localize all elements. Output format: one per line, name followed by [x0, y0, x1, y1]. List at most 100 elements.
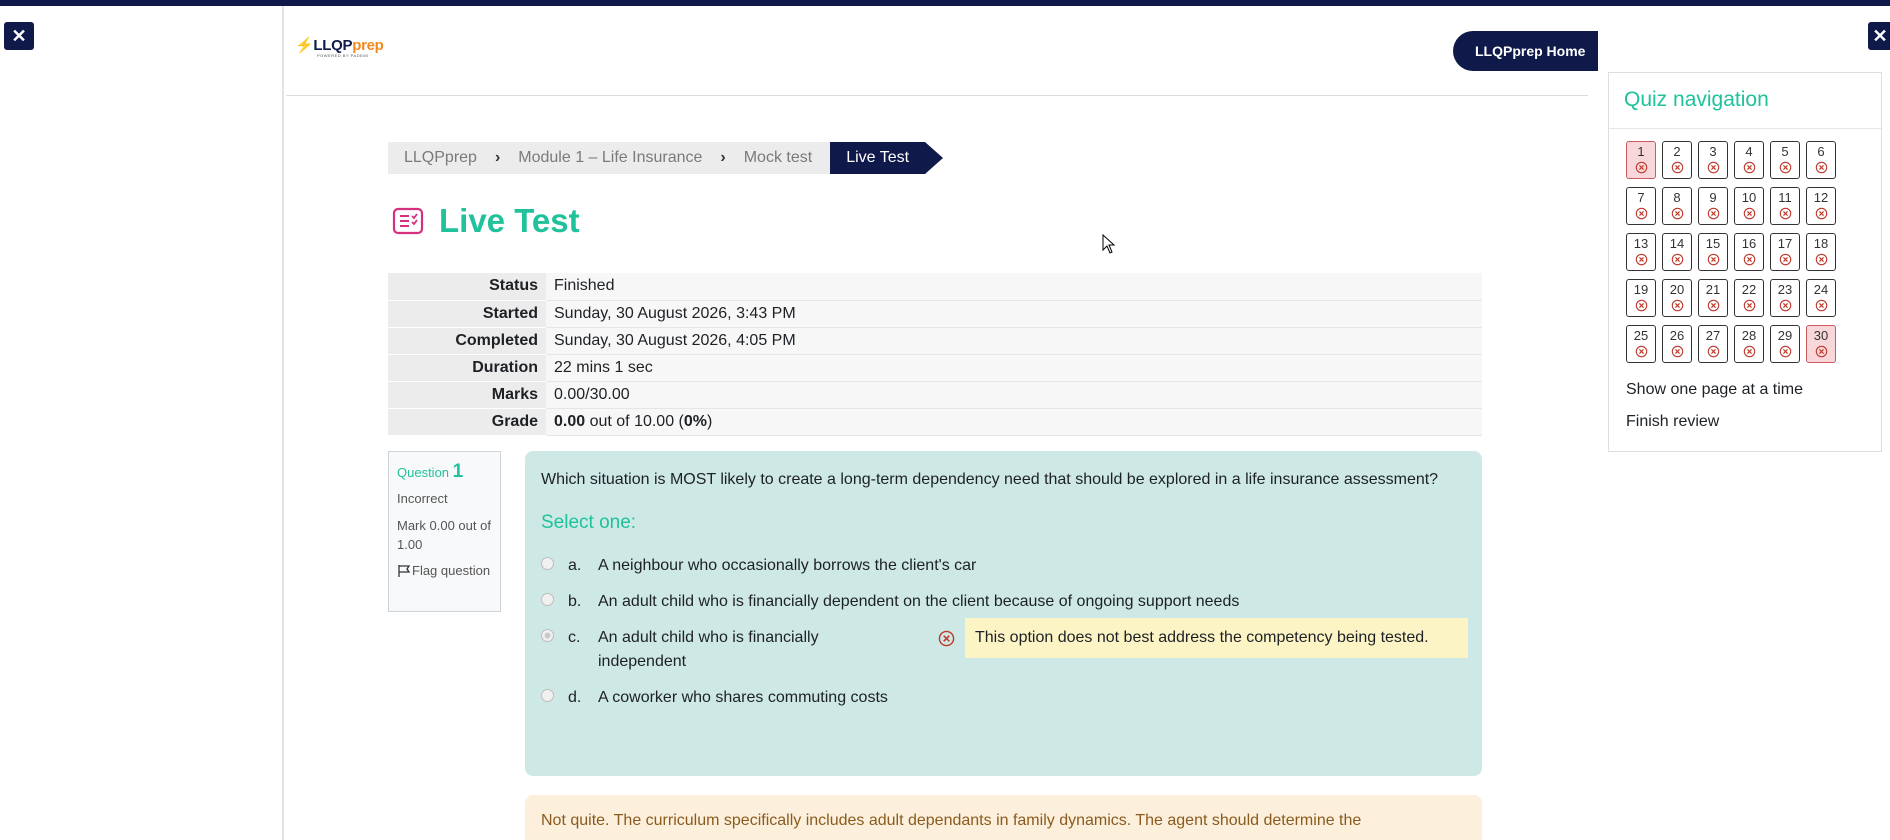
quiz-nav-button[interactable]: 2	[1662, 141, 1692, 179]
incorrect-x-icon	[1635, 161, 1647, 174]
answer-letter: b.	[568, 593, 582, 610]
show-one-page-link[interactable]: Show one page at a time	[1626, 381, 1803, 399]
answer-text: An adult child who is financially depend…	[598, 593, 1240, 610]
quiz-nav-button[interactable]: 13	[1626, 233, 1656, 271]
quiz-nav-button[interactable]: 1	[1626, 141, 1656, 179]
summary-label: Status	[388, 273, 546, 301]
summary-value: Sunday, 30 August 2026, 4:05 PM	[546, 327, 1482, 355]
quiz-nav-number: 29	[1777, 328, 1793, 343]
incorrect-x-icon	[1671, 253, 1683, 266]
quiz-nav-number: 1	[1637, 144, 1645, 159]
finish-review-link[interactable]: Finish review	[1626, 413, 1719, 431]
answer-option[interactable]: a. A neighbour who occasionally borrows …	[541, 554, 1466, 578]
answer-radio[interactable]	[541, 629, 554, 642]
answer-option[interactable]: d. A coworker who shares commuting costs	[541, 686, 1466, 710]
quiz-nav-button[interactable]: 15	[1698, 233, 1728, 271]
quiz-nav-number: 28	[1741, 328, 1757, 343]
quiz-nav-button[interactable]: 25	[1626, 325, 1656, 363]
quiz-nav-button[interactable]: 16	[1734, 233, 1764, 271]
quiz-nav-button[interactable]: 24	[1806, 279, 1836, 317]
quiz-nav-button[interactable]: 17	[1770, 233, 1800, 271]
grade-out-of: out of 10.00 (	[585, 412, 684, 430]
quiz-nav-button[interactable]: 14	[1662, 233, 1692, 271]
quiz-nav-button[interactable]: 20	[1662, 279, 1692, 317]
quiz-nav-button[interactable]: 5	[1770, 141, 1800, 179]
summary-label: Grade	[388, 408, 546, 436]
answer-option[interactable]: b. An adult child who is financially dep…	[541, 590, 1466, 614]
quiz-icon	[392, 207, 424, 235]
flag-icon	[398, 565, 411, 577]
answer-radio[interactable]	[541, 689, 554, 702]
quiz-nav-button[interactable]: 4	[1734, 141, 1764, 179]
summary-label: Marks	[388, 381, 546, 409]
answer-radio[interactable]	[541, 593, 554, 606]
incorrect-x-icon	[1707, 299, 1719, 312]
quiz-nav-button[interactable]: 18	[1806, 233, 1836, 271]
quiz-nav-number: 23	[1777, 282, 1793, 297]
quiz-nav-button[interactable]: 9	[1698, 187, 1728, 225]
summary-label: Duration	[388, 354, 546, 382]
incorrect-x-icon	[1707, 253, 1719, 266]
quiz-nav-button[interactable]: 6	[1806, 141, 1836, 179]
summary-value: 0.00 out of 10.00 (0%)	[546, 408, 1482, 436]
site-header: ⚡LLQPprep POWERED BY PADEMI LLQPprep Hom…	[286, 6, 1598, 96]
flag-question-link[interactable]: Flag question	[397, 562, 492, 580]
quiz-nav-number: 17	[1777, 236, 1793, 251]
incorrect-x-icon	[1815, 207, 1827, 220]
incorrect-x-icon	[1707, 345, 1719, 358]
quiz-nav-button[interactable]: 3	[1698, 141, 1728, 179]
quiz-nav-number: 14	[1669, 236, 1685, 251]
quiz-nav-button[interactable]: 21	[1698, 279, 1728, 317]
site-logo[interactable]: ⚡LLQPprep POWERED BY PADEMI	[295, 36, 385, 66]
close-quiz-nav-button[interactable]: ✕	[1868, 22, 1890, 50]
quiz-nav-number: 13	[1633, 236, 1649, 251]
quiz-nav-button[interactable]: 19	[1626, 279, 1656, 317]
quiz-nav-number: 25	[1633, 328, 1649, 343]
quiz-nav-number: 6	[1817, 144, 1825, 159]
answer-feedback: This option does not best address the co…	[965, 618, 1468, 658]
question-state: Incorrect	[397, 491, 448, 506]
answer-radio[interactable]	[541, 557, 554, 570]
quiz-nav-number: 4	[1745, 144, 1753, 159]
quiz-nav-button[interactable]: 26	[1662, 325, 1692, 363]
answer-list: a. A neighbour who occasionally borrows …	[541, 554, 1468, 710]
summary-label: Started	[388, 300, 546, 328]
incorrect-x-icon	[1743, 299, 1755, 312]
quiz-nav-button[interactable]: 8	[1662, 187, 1692, 225]
breadcrumb-item[interactable]: Mock test	[744, 149, 812, 167]
answer-option-selected[interactable]: c. An adult child who is financially ind…	[541, 618, 1468, 674]
summary-value: Sunday, 30 August 2026, 3:43 PM	[546, 300, 1482, 328]
incorrect-x-icon	[1743, 345, 1755, 358]
quiz-nav-button[interactable]: 27	[1698, 325, 1728, 363]
summary-value: 22 mins 1 sec	[546, 354, 1482, 382]
question-mark: Mark 0.00 out of 1.00	[397, 518, 491, 552]
home-button[interactable]: LLQPprep Home	[1453, 31, 1598, 71]
summary-label: Completed	[388, 327, 546, 355]
close-drawer-button[interactable]: ✕	[4, 22, 34, 50]
select-one-prompt: Select one:	[541, 512, 637, 533]
quiz-nav-button[interactable]: 23	[1770, 279, 1800, 317]
chevron-right-icon: ›	[494, 149, 501, 166]
quiz-nav-button[interactable]: 30	[1806, 325, 1836, 363]
quiz-nav-button[interactable]: 10	[1734, 187, 1764, 225]
general-feedback: Not quite. The curriculum specifically i…	[525, 795, 1482, 840]
chevron-right-icon: ›	[720, 149, 726, 166]
incorrect-x-icon	[1671, 207, 1683, 220]
quiz-nav-title: Quiz navigation	[1609, 73, 1881, 129]
incorrect-x-icon	[1707, 161, 1719, 174]
quiz-nav-button[interactable]: 12	[1806, 187, 1836, 225]
incorrect-x-icon	[1743, 207, 1755, 220]
quiz-nav-number: 3	[1709, 144, 1717, 159]
quiz-nav-number: 24	[1813, 282, 1829, 297]
quiz-nav-button[interactable]: 28	[1734, 325, 1764, 363]
quiz-nav-button[interactable]: 29	[1770, 325, 1800, 363]
quiz-nav-button[interactable]: 7	[1626, 187, 1656, 225]
breadcrumb-item[interactable]: Module 1 – Life Insurance	[518, 149, 702, 167]
quiz-nav-button[interactable]: 11	[1770, 187, 1800, 225]
quiz-nav-grid: 1 2 3 4 5 6 7 8 9 10 11 12 13 14 15 16 17 18 19 20 21 22 23 24 2…	[1626, 141, 1836, 363]
incorrect-x-icon	[1779, 345, 1791, 358]
breadcrumb-item[interactable]: LLQPprep	[404, 149, 477, 167]
grade-close: )	[707, 412, 713, 430]
answer-letter: c.	[568, 629, 581, 646]
quiz-nav-button[interactable]: 22	[1734, 279, 1764, 317]
